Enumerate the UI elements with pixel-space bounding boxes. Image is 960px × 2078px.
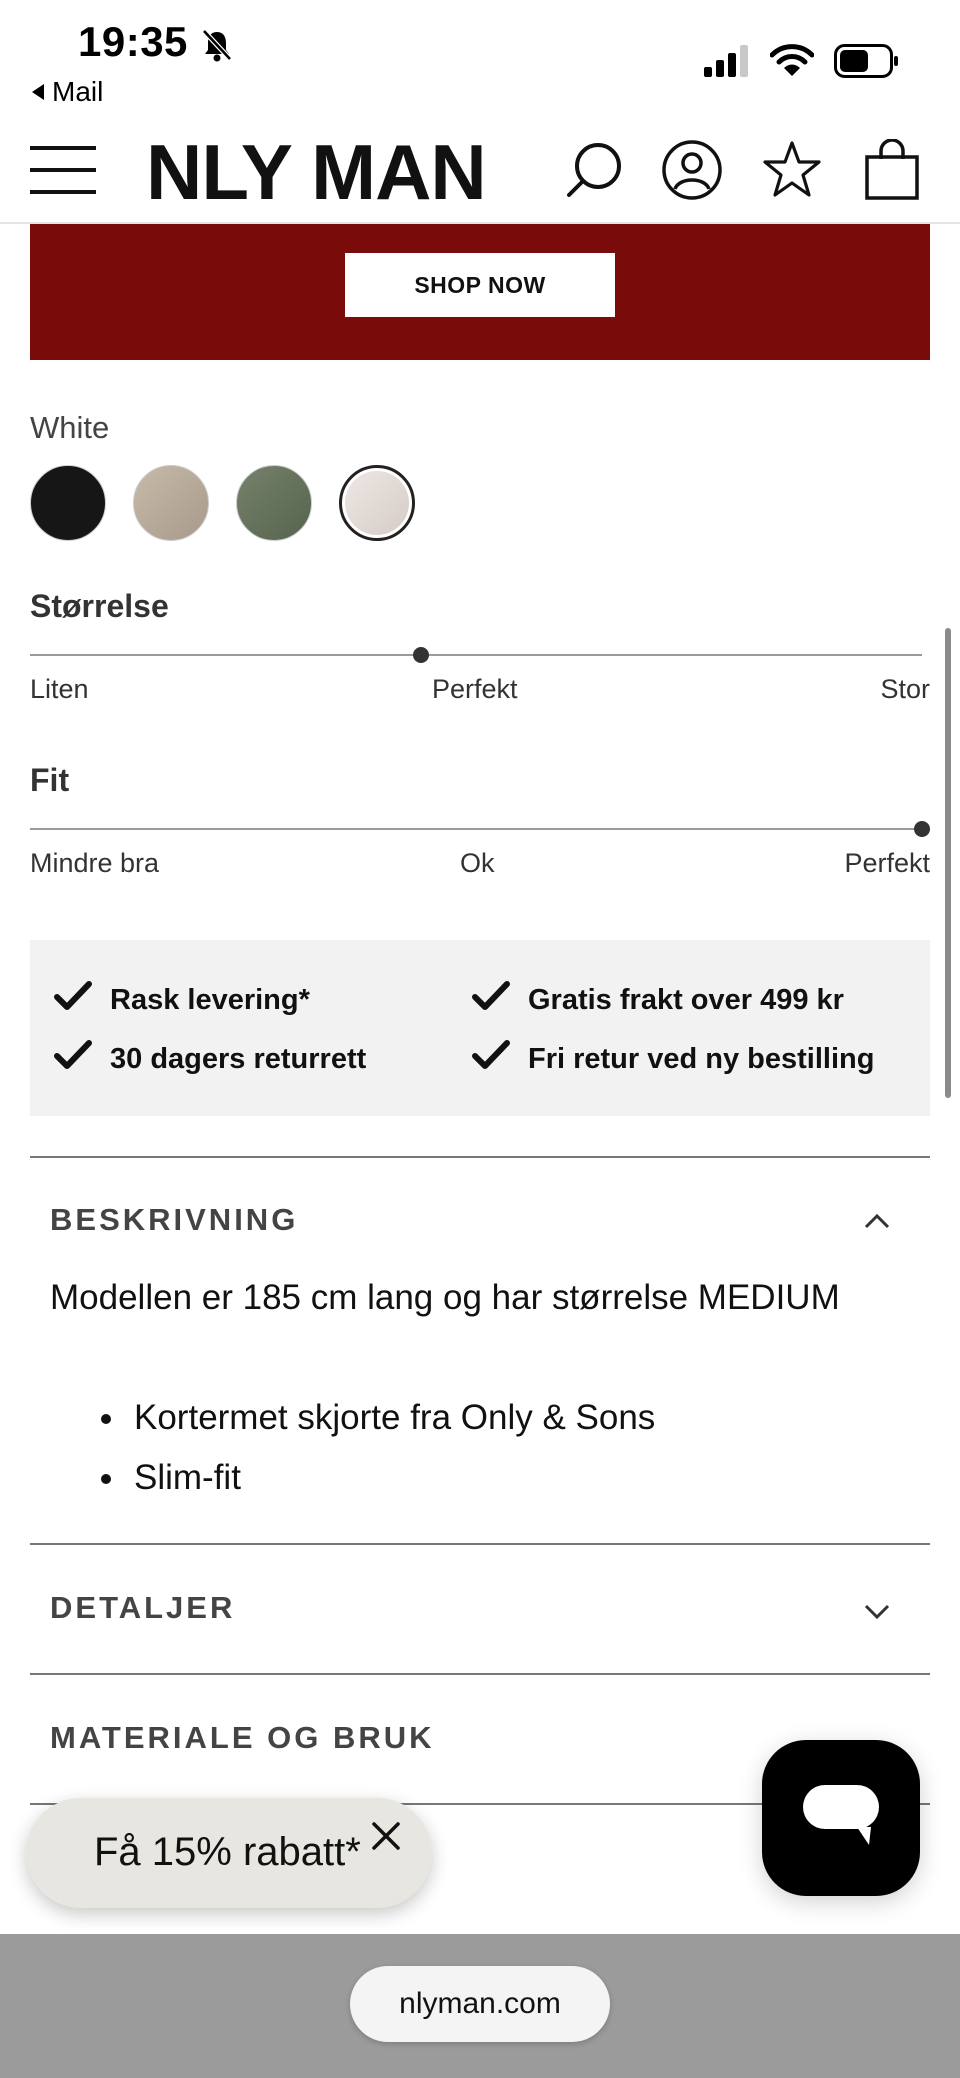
- usp-text: 30 dagers returrett: [110, 1042, 367, 1075]
- discount-label[interactable]: Få 15% rabatt*: [94, 1830, 361, 1875]
- battery-icon: [834, 44, 900, 83]
- usp-fast-delivery: Rask levering*: [54, 980, 310, 1020]
- size-rating-marker: [413, 647, 429, 663]
- account-icon[interactable]: [660, 138, 724, 202]
- description-accordion-header[interactable]: BESKRIVNING: [50, 1202, 298, 1238]
- back-to-mail-button[interactable]: Mail: [32, 76, 103, 108]
- swatch-green[interactable]: [236, 465, 312, 541]
- bell-muted-icon: [198, 26, 236, 69]
- address-bar[interactable]: nlyman.com: [350, 1966, 610, 2042]
- list-item: Kortermet skjorte fra Only & Sons: [128, 1388, 655, 1448]
- fit-rating-track: [30, 828, 922, 830]
- signal-icon: [704, 45, 750, 82]
- fit-label-poor: Mindre bra: [30, 848, 160, 878]
- back-label: Mail: [52, 76, 104, 107]
- swatch-white-selected[interactable]: [339, 465, 415, 541]
- usp-return-policy: 30 dagers returrett: [54, 1039, 366, 1079]
- usp-free-shipping: Gratis frakt over 499 kr: [472, 980, 844, 1020]
- brand-logo[interactable]: NLY MAN: [146, 124, 487, 220]
- size-label-small: Liten: [30, 674, 89, 704]
- status-indicators: [704, 44, 900, 83]
- fit-rating-title: Fit: [30, 762, 70, 798]
- size-label-large: Stor: [880, 674, 930, 704]
- usp-free-return: Fri retur ved ny bestilling: [472, 1039, 874, 1079]
- status-time: 19:35: [78, 18, 188, 65]
- size-label-perfect: Perfekt: [432, 674, 518, 704]
- swatch-white-fill: [345, 471, 409, 535]
- usp-text: Fri retur ved ny bestilling: [528, 1042, 875, 1075]
- search-icon[interactable]: [562, 138, 626, 202]
- fit-rating-marker: [914, 821, 930, 837]
- shopping-bag-icon[interactable]: [860, 138, 924, 202]
- selected-color-label: White: [30, 410, 110, 445]
- swatch-beige[interactable]: [133, 465, 209, 541]
- check-icon: [472, 980, 510, 1020]
- description-bullets: Kortermet skjorte fra Only & Sons Slim-f…: [50, 1388, 655, 1508]
- description-text: Modellen er 185 cm lang og har størrelse…: [50, 1278, 840, 1317]
- list-item: Slim-fit: [128, 1448, 655, 1508]
- chevron-down-icon[interactable]: [862, 1596, 892, 1626]
- divider: [30, 1543, 930, 1545]
- chevron-up-icon[interactable]: [862, 1206, 892, 1236]
- close-icon[interactable]: [364, 1814, 408, 1858]
- usp-box: [30, 940, 930, 1116]
- shop-now-button[interactable]: SHOP NOW: [345, 253, 615, 317]
- wishlist-star-icon[interactable]: [760, 138, 824, 202]
- menu-icon[interactable]: [30, 144, 96, 201]
- back-triangle-icon: [32, 84, 44, 100]
- usp-text: Gratis frakt over 499 kr: [528, 983, 844, 1016]
- material-accordion-header[interactable]: MATERIALE OG BRUK: [50, 1720, 435, 1756]
- divider: [30, 1156, 930, 1158]
- divider: [30, 1673, 930, 1675]
- chat-bubble-icon: [801, 1783, 881, 1854]
- swatch-black[interactable]: [30, 465, 106, 541]
- size-rating-title: Størrelse: [30, 588, 169, 624]
- check-icon: [472, 1039, 510, 1079]
- scrollbar[interactable]: [945, 628, 951, 1098]
- usp-text: Rask levering*: [110, 983, 310, 1016]
- fit-label-perfect: Perfekt: [844, 848, 930, 878]
- check-icon: [54, 980, 92, 1020]
- wifi-icon: [769, 44, 815, 83]
- details-accordion-header[interactable]: DETALJER: [50, 1590, 235, 1626]
- size-rating-track: [30, 654, 922, 656]
- chat-button[interactable]: [762, 1740, 920, 1896]
- fit-label-ok: Ok: [460, 848, 495, 878]
- check-icon: [54, 1039, 92, 1079]
